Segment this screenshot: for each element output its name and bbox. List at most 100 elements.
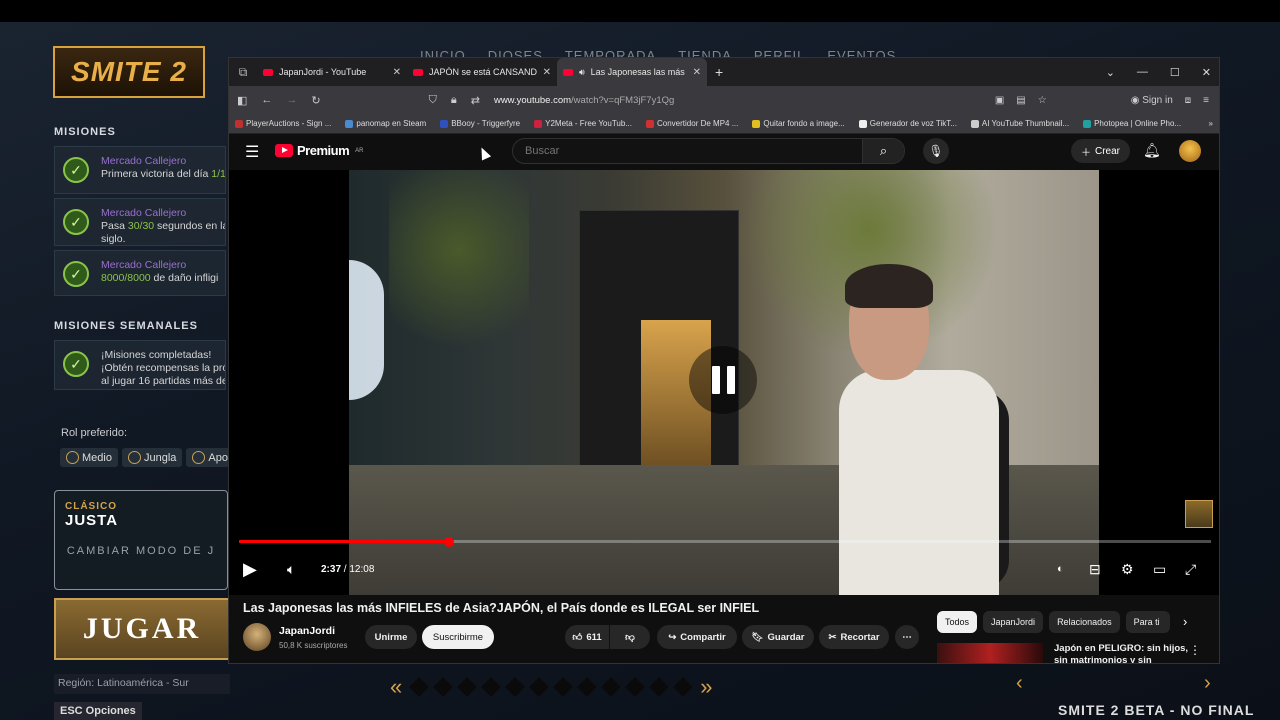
extensions-icon[interactable]: ⧈ bbox=[1185, 95, 1191, 106]
role-jungle[interactable]: Jungla bbox=[121, 448, 183, 467]
sign-in-button[interactable]: ◉ Sign in bbox=[1131, 95, 1173, 106]
lock-icon[interactable]: 🔒︎ bbox=[451, 94, 457, 107]
mission-card[interactable]: ✓ Mercado Callejero Primera victoria del… bbox=[54, 146, 226, 194]
create-label: Crear bbox=[1095, 145, 1121, 157]
scrubber-handle[interactable] bbox=[443, 536, 454, 547]
more-vertical-icon[interactable]: ⋮ bbox=[1189, 643, 1201, 657]
mission-card[interactable]: ✓ Mercado Callejero 8000/8000 de daño in… bbox=[54, 250, 226, 296]
minimize-button[interactable]: — bbox=[1137, 66, 1148, 78]
game-mode-box[interactable]: CLÁSICO JUSTA CAMBIAR MODO DE J bbox=[54, 490, 228, 590]
subscribe-button[interactable]: Suscribirme bbox=[422, 625, 494, 649]
video-player[interactable]: ▶ 🔈︎ 2:37 / 12:08 ◐ ⊟ ⚙ ▭ ⤢ bbox=[229, 170, 1219, 595]
share-button[interactable]: ↪ Compartir bbox=[657, 625, 737, 649]
microphone-icon: 🎙︎ bbox=[928, 144, 944, 158]
create-button[interactable]: ＋ Crear bbox=[1071, 139, 1131, 163]
permissions-icon[interactable]: ⇄ bbox=[471, 94, 480, 107]
chevron-left-icon[interactable]: « bbox=[390, 674, 402, 700]
change-mode-button[interactable]: CAMBIAR MODO DE J bbox=[65, 545, 217, 557]
voice-search-button[interactable]: 🎙︎ bbox=[923, 138, 949, 164]
menu-icon[interactable]: ≡ bbox=[1203, 95, 1209, 106]
tab-japanjordi[interactable]: JapanJordi - YouTube ✕ bbox=[257, 58, 407, 86]
url-path: /watch?v=qFM3jF7y1Qg bbox=[571, 94, 675, 106]
autoplay-toggle[interactable]: ◐ bbox=[1057, 563, 1064, 575]
more-actions-button[interactable]: ⋯ bbox=[895, 625, 919, 649]
pause-overlay-icon[interactable] bbox=[689, 346, 757, 414]
speaker-icon[interactable]: 🔊︎ bbox=[579, 67, 585, 78]
chevron-left-icon[interactable]: ‹ bbox=[1016, 672, 1023, 695]
bookmark-item[interactable]: panomap en Steam bbox=[345, 119, 426, 128]
new-tab-button[interactable]: + bbox=[715, 64, 723, 80]
search-input[interactable] bbox=[525, 145, 855, 157]
bookmark-item[interactable]: Photopea | Online Pho... bbox=[1083, 119, 1181, 128]
shield-icon[interactable]: ⛉ bbox=[429, 94, 437, 107]
close-icon[interactable]: ✕ bbox=[543, 67, 551, 78]
recommended-thumbnail[interactable] bbox=[937, 643, 1043, 663]
recommended-video[interactable]: Japón en PELIGRO: sin hijos, sin matrimon… bbox=[937, 643, 1217, 663]
bookmark-item[interactable]: Generador de voz TikT... bbox=[858, 119, 957, 128]
volume-icon[interactable]: 🔈︎ bbox=[287, 561, 295, 578]
mission-desc: Pasa bbox=[101, 220, 128, 232]
miniplayer-icon[interactable]: ▭ bbox=[1153, 561, 1166, 578]
bookmark-item[interactable]: AI YouTube Thumbnail... bbox=[970, 119, 1069, 128]
bookmark-item[interactable]: BBooy - Triggerfyre bbox=[440, 119, 520, 128]
settings-gear-icon[interactable]: ⚙ bbox=[1121, 561, 1134, 578]
clip-button[interactable]: ✂ Recortar bbox=[819, 625, 889, 649]
close-window-button[interactable]: ✕ bbox=[1202, 66, 1211, 79]
tab-las-japonesas[interactable]: 🔊︎ Las Japonesas las más INFIEL ✕ bbox=[557, 58, 707, 86]
close-icon[interactable]: ✕ bbox=[693, 67, 701, 78]
channel-avatar[interactable] bbox=[243, 623, 271, 651]
bookmark-item[interactable]: PlayerAuctions - Sign ... bbox=[235, 119, 331, 128]
star-icon[interactable]: ☆ bbox=[1038, 95, 1047, 106]
chevron-right-icon[interactable]: › bbox=[1183, 614, 1187, 629]
dislike-button[interactable]: 👎︎ bbox=[610, 625, 650, 649]
play-button[interactable]: JUGAR bbox=[54, 598, 230, 660]
recommended-title[interactable]: Japón en PELIGRO: sin hijos, sin matrimon… bbox=[1054, 643, 1188, 663]
join-button[interactable]: Unirme bbox=[365, 625, 417, 649]
role-mid[interactable]: Medio bbox=[60, 448, 118, 467]
hamburger-menu-icon[interactable]: ☰ bbox=[245, 142, 259, 162]
maximize-button[interactable]: ☐ bbox=[1170, 66, 1180, 79]
close-icon[interactable]: ✕ bbox=[393, 67, 401, 78]
chip-todos[interactable]: Todos bbox=[937, 611, 978, 633]
tab-title: JapanJordi - YouTube bbox=[279, 67, 367, 77]
bookmark-label: BBooy - Triggerfyre bbox=[451, 119, 521, 128]
search-button[interactable]: ⌕ bbox=[862, 139, 904, 163]
tab-stack-icon[interactable]: ⧉ bbox=[229, 65, 257, 80]
bookmark-item[interactable]: Quitar fondo a image... bbox=[752, 119, 845, 128]
url-field[interactable]: www.youtube.com/watch?v=qFM3jF7y1Qg bbox=[494, 95, 674, 106]
reload-button[interactable]: ↻ bbox=[311, 94, 320, 107]
back-button[interactable]: ← bbox=[261, 94, 272, 106]
weekly-mission-card[interactable]: ✓ ¡Misiones completadas! ¡Obtén recompen… bbox=[54, 340, 226, 390]
chevron-down-icon[interactable]: ⌄ bbox=[1106, 66, 1115, 79]
forward-button[interactable]: → bbox=[286, 94, 297, 106]
reader-icon[interactable]: ▤ bbox=[1016, 95, 1025, 106]
tab-japon-cansando[interactable]: JAPÓN se está CANSANDO de ✕ bbox=[407, 58, 557, 86]
progress-bar[interactable] bbox=[239, 536, 1211, 547]
chevron-right-icon[interactable]: » bbox=[700, 674, 712, 700]
chip-relacionados[interactable]: Relacionados bbox=[1049, 611, 1120, 633]
play-icon[interactable]: ▶ bbox=[243, 559, 257, 580]
avatar[interactable] bbox=[1179, 140, 1201, 162]
sidebar-icon[interactable]: ◧ bbox=[237, 94, 247, 107]
slot-icon bbox=[457, 677, 478, 697]
mission-name: Mercado Callejero bbox=[101, 207, 187, 219]
chip-japanjordi[interactable]: JapanJordi bbox=[983, 611, 1044, 633]
options-button[interactable]: ESC Opciones bbox=[54, 702, 142, 720]
chevron-right-icon[interactable]: › bbox=[1204, 672, 1211, 695]
fullscreen-icon[interactable]: ⤢ bbox=[1185, 561, 1196, 578]
subtitles-icon[interactable]: ⊟ bbox=[1089, 561, 1101, 578]
bookmark-item[interactable]: Y2Meta - Free YouTub... bbox=[534, 119, 632, 128]
video-hair bbox=[845, 264, 933, 308]
notifications-bell-icon[interactable]: 🔔︎ bbox=[1143, 142, 1161, 159]
channel-watermark[interactable] bbox=[1185, 500, 1213, 528]
chip-para-ti[interactable]: Para ti bbox=[1125, 611, 1170, 633]
save-button[interactable]: 🔖︎ Guardar bbox=[742, 625, 814, 649]
video-title: Las Japonesas las más INFIELES de Asia?J… bbox=[243, 601, 760, 615]
screenshot-icon[interactable]: ▣ bbox=[995, 95, 1004, 106]
bookmark-item[interactable]: Convertidor De MP4 ... bbox=[646, 119, 738, 128]
like-button[interactable]: 👍︎ 611 bbox=[565, 625, 609, 649]
bookmarks-overflow-icon[interactable]: » bbox=[1209, 119, 1213, 128]
youtube-logo[interactable]: Premium AR bbox=[275, 143, 363, 158]
channel-name[interactable]: JapanJordi bbox=[279, 625, 335, 637]
mission-card[interactable]: ✓ Mercado Callejero Pasa 30/30 segundos … bbox=[54, 198, 226, 246]
